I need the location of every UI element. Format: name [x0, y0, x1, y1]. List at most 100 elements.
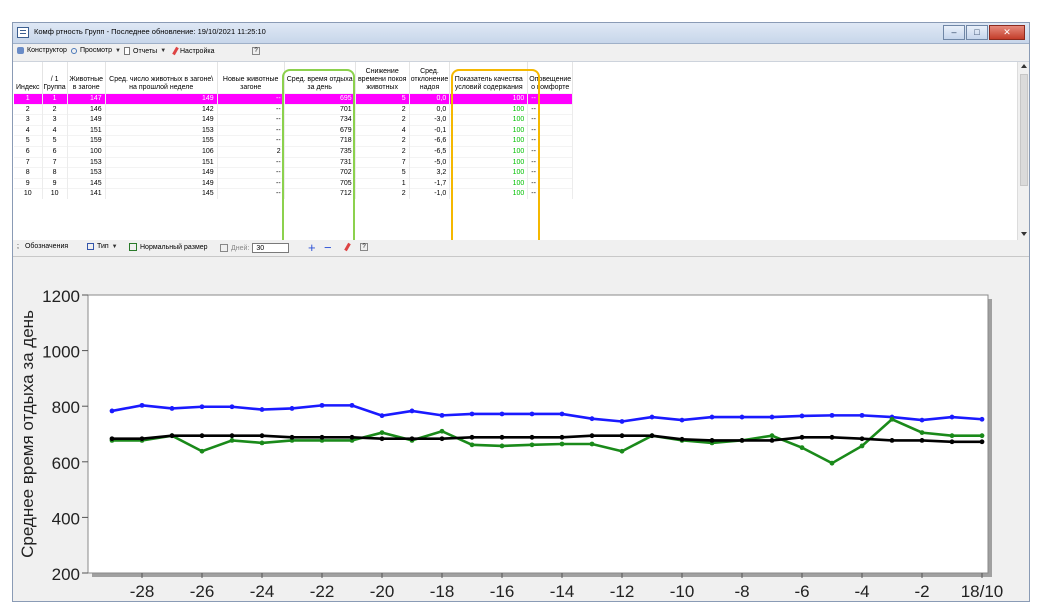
chart-help-button[interactable]: ? [360, 243, 371, 251]
series-point-2 [349, 434, 355, 440]
table-cell: 7 [42, 156, 68, 168]
series-point-0 [769, 414, 775, 420]
chevron-down-icon: ▼ [111, 243, 118, 250]
series-point-2 [439, 436, 445, 442]
close-button[interactable]: ✕ [989, 25, 1025, 40]
legend-label: Обозначения [24, 243, 69, 250]
scroll-thumb[interactable] [1020, 74, 1028, 186]
series-point-0 [559, 411, 565, 417]
normal-size-button[interactable]: Нормальный размер [129, 243, 208, 251]
series-point-2 [919, 437, 925, 443]
series-point-1 [439, 428, 445, 434]
y-tick-label: 1000 [42, 343, 80, 362]
column-header[interactable]: Сред. число животных в загоне\ на прошло… [105, 62, 218, 94]
series-point-1 [619, 448, 625, 454]
series-point-2 [379, 436, 385, 442]
scroll-up-icon[interactable] [1021, 64, 1027, 68]
reports-menu[interactable]: Отчеты ▼ [124, 47, 166, 55]
series-point-0 [139, 402, 145, 408]
table-cell: -1,0 [409, 188, 451, 199]
zoom-icon [129, 243, 137, 251]
table-cell: 0,0 [409, 103, 451, 115]
y-tick-label: 600 [52, 454, 80, 473]
series-point-1 [469, 442, 475, 448]
table-cell: 8 [42, 167, 68, 179]
x-tick-label: -22 [310, 582, 335, 601]
series-point-1 [379, 430, 385, 436]
magnifier-icon [71, 47, 77, 54]
main-toolbar: Конструктор Просмотр ▼ Отчеты ▼ Настройк… [13, 44, 1029, 62]
series-point-2 [259, 433, 265, 439]
minimize-button[interactable]: – [943, 25, 965, 40]
series-point-2 [739, 437, 745, 443]
table-cell: 2 [355, 103, 410, 115]
table-cell: -0,1 [409, 124, 451, 136]
days-label: Дней: [231, 244, 250, 252]
zoom-out-button[interactable]: − [324, 241, 332, 254]
scroll-down-icon[interactable] [1021, 232, 1027, 236]
y-tick-label: 800 [52, 398, 80, 417]
constructor-button[interactable]: Конструктор [17, 47, 67, 54]
table-cell: -3,0 [409, 114, 451, 126]
y-tick-label: 400 [52, 509, 80, 528]
series-point-1 [889, 416, 895, 422]
table-cell: 7 [14, 156, 43, 168]
column-header[interactable]: Животные в загоне [67, 62, 106, 94]
table-cell: 3 [42, 114, 68, 126]
maximize-button[interactable]: □ [966, 25, 988, 40]
view-menu[interactable]: Просмотр ▼ [71, 47, 121, 54]
y-tick-label: 1200 [42, 287, 80, 306]
table-cell: 106 [105, 145, 218, 158]
series-point-0 [319, 402, 325, 408]
series-point-2 [889, 437, 895, 443]
table-cell: -- [217, 124, 285, 136]
settings-button[interactable]: Настройка [172, 46, 215, 56]
series-point-2 [829, 434, 835, 440]
table-scrollbar[interactable] [1017, 62, 1029, 240]
series-point-2 [679, 436, 685, 442]
table-cell: 149 [105, 167, 218, 179]
series-point-0 [709, 414, 715, 420]
x-tick-label: -28 [130, 582, 155, 601]
legend-button[interactable]: ; Обозначения [17, 243, 68, 250]
series-point-2 [799, 434, 805, 440]
series-point-0 [739, 414, 745, 420]
series-point-0 [349, 402, 355, 408]
table-cell: 142 [105, 103, 218, 115]
x-tick-label: -14 [550, 582, 575, 601]
rest-time-chart: 200 400 600 800 1000 1200 -28 -26 -24 -22 -20 -18 -1… [18, 287, 1003, 601]
zoom-in-button[interactable]: + [308, 240, 316, 255]
chart-settings-button[interactable] [344, 242, 352, 252]
column-header[interactable]: Снижение времени покоя животных [355, 62, 410, 94]
chart-type-menu[interactable]: Тип ▼ [87, 243, 118, 250]
column-header[interactable]: Индекс [14, 62, 43, 94]
table-cell: -6,5 [409, 145, 451, 158]
series-point-0 [439, 412, 445, 418]
wrench-icon [17, 47, 24, 54]
settings-label: Настройка [180, 47, 215, 55]
report-icon [124, 47, 130, 55]
days-input[interactable]: 30 [252, 243, 290, 253]
series-point-0 [289, 406, 295, 411]
table-cell: 1 [42, 93, 68, 105]
plus-icon: + [308, 240, 316, 255]
series-point-0 [859, 412, 865, 418]
window-title: Комф ртность Групп - Последнее обновлени… [34, 27, 266, 36]
series-point-1 [499, 443, 505, 449]
x-tick-label: -4 [854, 582, 869, 601]
table-cell: 100 [67, 145, 106, 158]
series-point-0 [799, 413, 805, 419]
column-header[interactable]: Новые животные загоне [217, 62, 285, 94]
help-button[interactable]: ? [252, 47, 263, 55]
table-cell: 153 [67, 167, 106, 179]
table-cell: 4 [14, 124, 43, 136]
calendar-icon [220, 244, 228, 252]
series-point-0 [589, 416, 595, 422]
x-tick-label: -18 [430, 582, 455, 601]
column-header[interactable]: Сред. отклонение надоя [409, 62, 451, 94]
table-cell: 2 [355, 114, 410, 126]
series-point-1 [259, 440, 265, 446]
column-header[interactable]: / 1 Группа [42, 62, 68, 94]
series-point-0 [619, 419, 625, 424]
rest-time-highlight [282, 69, 355, 240]
